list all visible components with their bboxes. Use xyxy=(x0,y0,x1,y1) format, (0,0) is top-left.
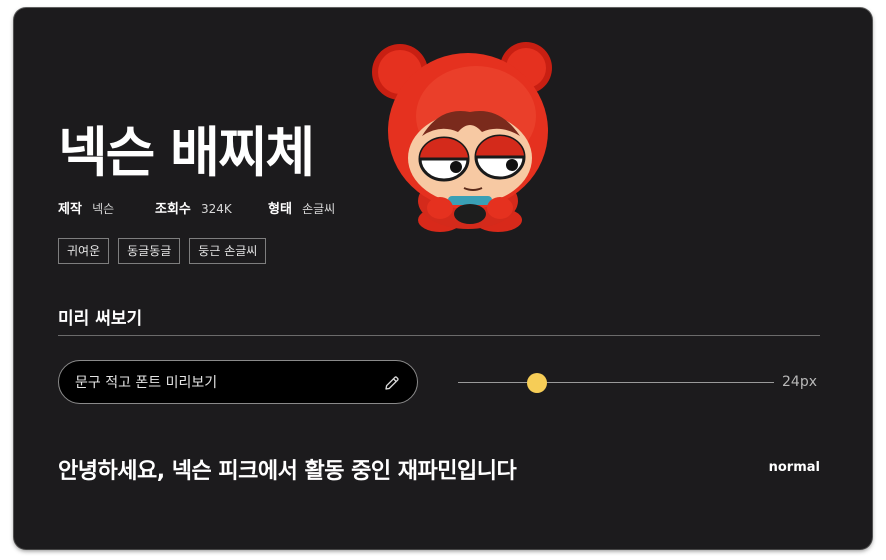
preview-heading: 미리 써보기 xyxy=(58,309,143,329)
bazzi-character-illustration xyxy=(372,42,552,232)
font-title: 넥슨 배찌체 xyxy=(58,121,315,184)
font-weight-label: normal xyxy=(768,460,820,475)
preview-input-box[interactable] xyxy=(58,360,418,405)
meta-type-value: 손글씨 xyxy=(302,202,336,216)
meta-views-value: 324K xyxy=(201,202,232,216)
sample-text: 안녕하세요, 넥슨 피크에서 활동 중인 재파민입니다 xyxy=(58,459,517,484)
meta-type-label: 형태 xyxy=(268,202,292,217)
meta-author: 제작 넥슨 xyxy=(58,198,114,217)
meta-views: 조회수 324K xyxy=(155,198,232,217)
tag-round-handwriting[interactable]: 둥근 손글씨 xyxy=(189,238,267,264)
tag-cute[interactable]: 귀여운 xyxy=(58,238,110,264)
preview-divider xyxy=(58,335,820,336)
meta-views-label: 조회수 xyxy=(155,202,191,217)
meta-author-value: 넥슨 xyxy=(92,202,115,216)
preview-text-input[interactable] xyxy=(73,361,377,405)
slider-thumb[interactable] xyxy=(527,373,547,393)
pencil-icon[interactable] xyxy=(383,374,401,392)
slider-track[interactable] xyxy=(458,382,774,383)
meta-author-label: 제작 xyxy=(58,202,82,217)
font-size-slider[interactable] xyxy=(458,373,774,393)
meta-type: 형태 손글씨 xyxy=(268,198,335,217)
font-card: 넥슨 배찌체 제작 넥슨 조회수 324K 형태 손글씨 귀여운 동글동글 둥근… xyxy=(14,8,872,549)
font-size-value: 24px xyxy=(782,374,817,390)
tag-list: 귀여운 동글동글 둥근 손글씨 xyxy=(58,238,267,264)
tag-round[interactable]: 동글동글 xyxy=(118,238,181,264)
